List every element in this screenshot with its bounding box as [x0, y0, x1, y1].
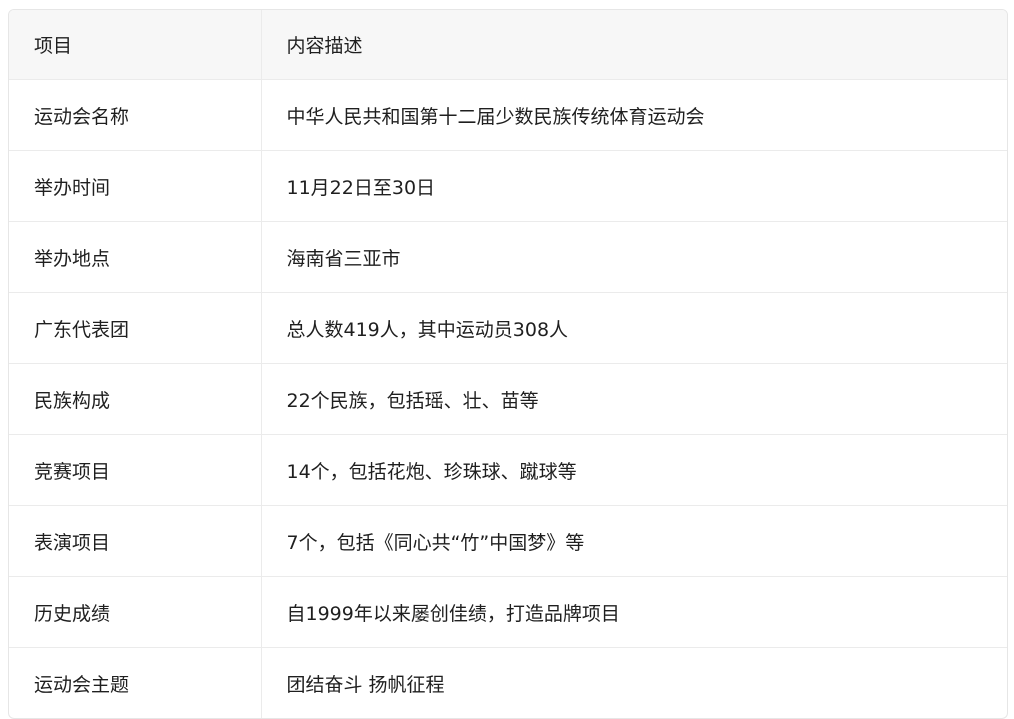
- row-label: 民族构成: [9, 363, 262, 435]
- row-label: 广东代表团: [9, 292, 262, 364]
- header-item: 项目: [9, 10, 262, 80]
- row-value: 7个，包括《同心共“竹”中国梦》等: [261, 505, 1007, 577]
- header-description: 内容描述: [261, 10, 1007, 80]
- row-label: 历史成绩: [9, 576, 262, 648]
- row-label: 举办时间: [9, 150, 262, 222]
- row-value: 14个，包括花炮、珍珠球、蹴球等: [261, 434, 1007, 506]
- row-label: 举办地点: [9, 221, 262, 293]
- row-value: 团结奋斗 扬帆征程: [286, 673, 445, 696]
- header-row: 项目 内容描述: [9, 10, 1007, 80]
- row-label: 表演项目: [9, 505, 262, 577]
- table-body: 运动会名称 中华人民共和国第十二届少数民族传统体育运动会 举办时间 11月22日…: [9, 79, 1007, 718]
- row-value: 海南省三亚市: [261, 221, 1007, 293]
- info-table-container: 项目 内容描述 运动会名称 中华人民共和国第十二届少数民族传统体育运动会 举办时…: [8, 9, 1008, 719]
- table-row: 历史成绩 自1999年以来屡创佳绩，打造品牌项目: [9, 576, 1007, 648]
- row-label: 运动会名称: [9, 79, 262, 151]
- table-row: 广东代表团 总人数419人，其中运动员308人: [9, 292, 1007, 364]
- table-row: 举办地点 海南省三亚市: [9, 221, 1007, 293]
- row-value: 11月22日至30日: [261, 150, 1007, 222]
- row-value: 中华人民共和国第十二届少数民族传统体育运动会: [261, 79, 1007, 151]
- table-row: 民族构成 22个民族，包括瑶、壮、苗等: [9, 363, 1007, 435]
- table-header: 项目 内容描述: [9, 10, 1007, 80]
- info-table: 项目 内容描述 运动会名称 中华人民共和国第十二届少数民族传统体育运动会 举办时…: [9, 10, 1007, 718]
- row-value: 22个民族，包括瑶、壮、苗等: [261, 363, 1007, 435]
- row-label: 竞赛项目: [9, 434, 262, 506]
- row-value: 总人数419人，其中运动员308人: [261, 292, 1007, 364]
- table-row: 运动会主题 团结奋斗 扬帆征程: [9, 647, 1007, 718]
- row-label: 运动会主题: [9, 647, 262, 718]
- table-row: 举办时间 11月22日至30日: [9, 150, 1007, 222]
- row-value: 自1999年以来屡创佳绩，打造品牌项目: [261, 576, 1007, 648]
- table-row: 表演项目 7个，包括《同心共“竹”中国梦》等: [9, 505, 1007, 577]
- table-row: 运动会名称 中华人民共和国第十二届少数民族传统体育运动会: [9, 79, 1007, 151]
- table-row: 竞赛项目 14个，包括花炮、珍珠球、蹴球等: [9, 434, 1007, 506]
